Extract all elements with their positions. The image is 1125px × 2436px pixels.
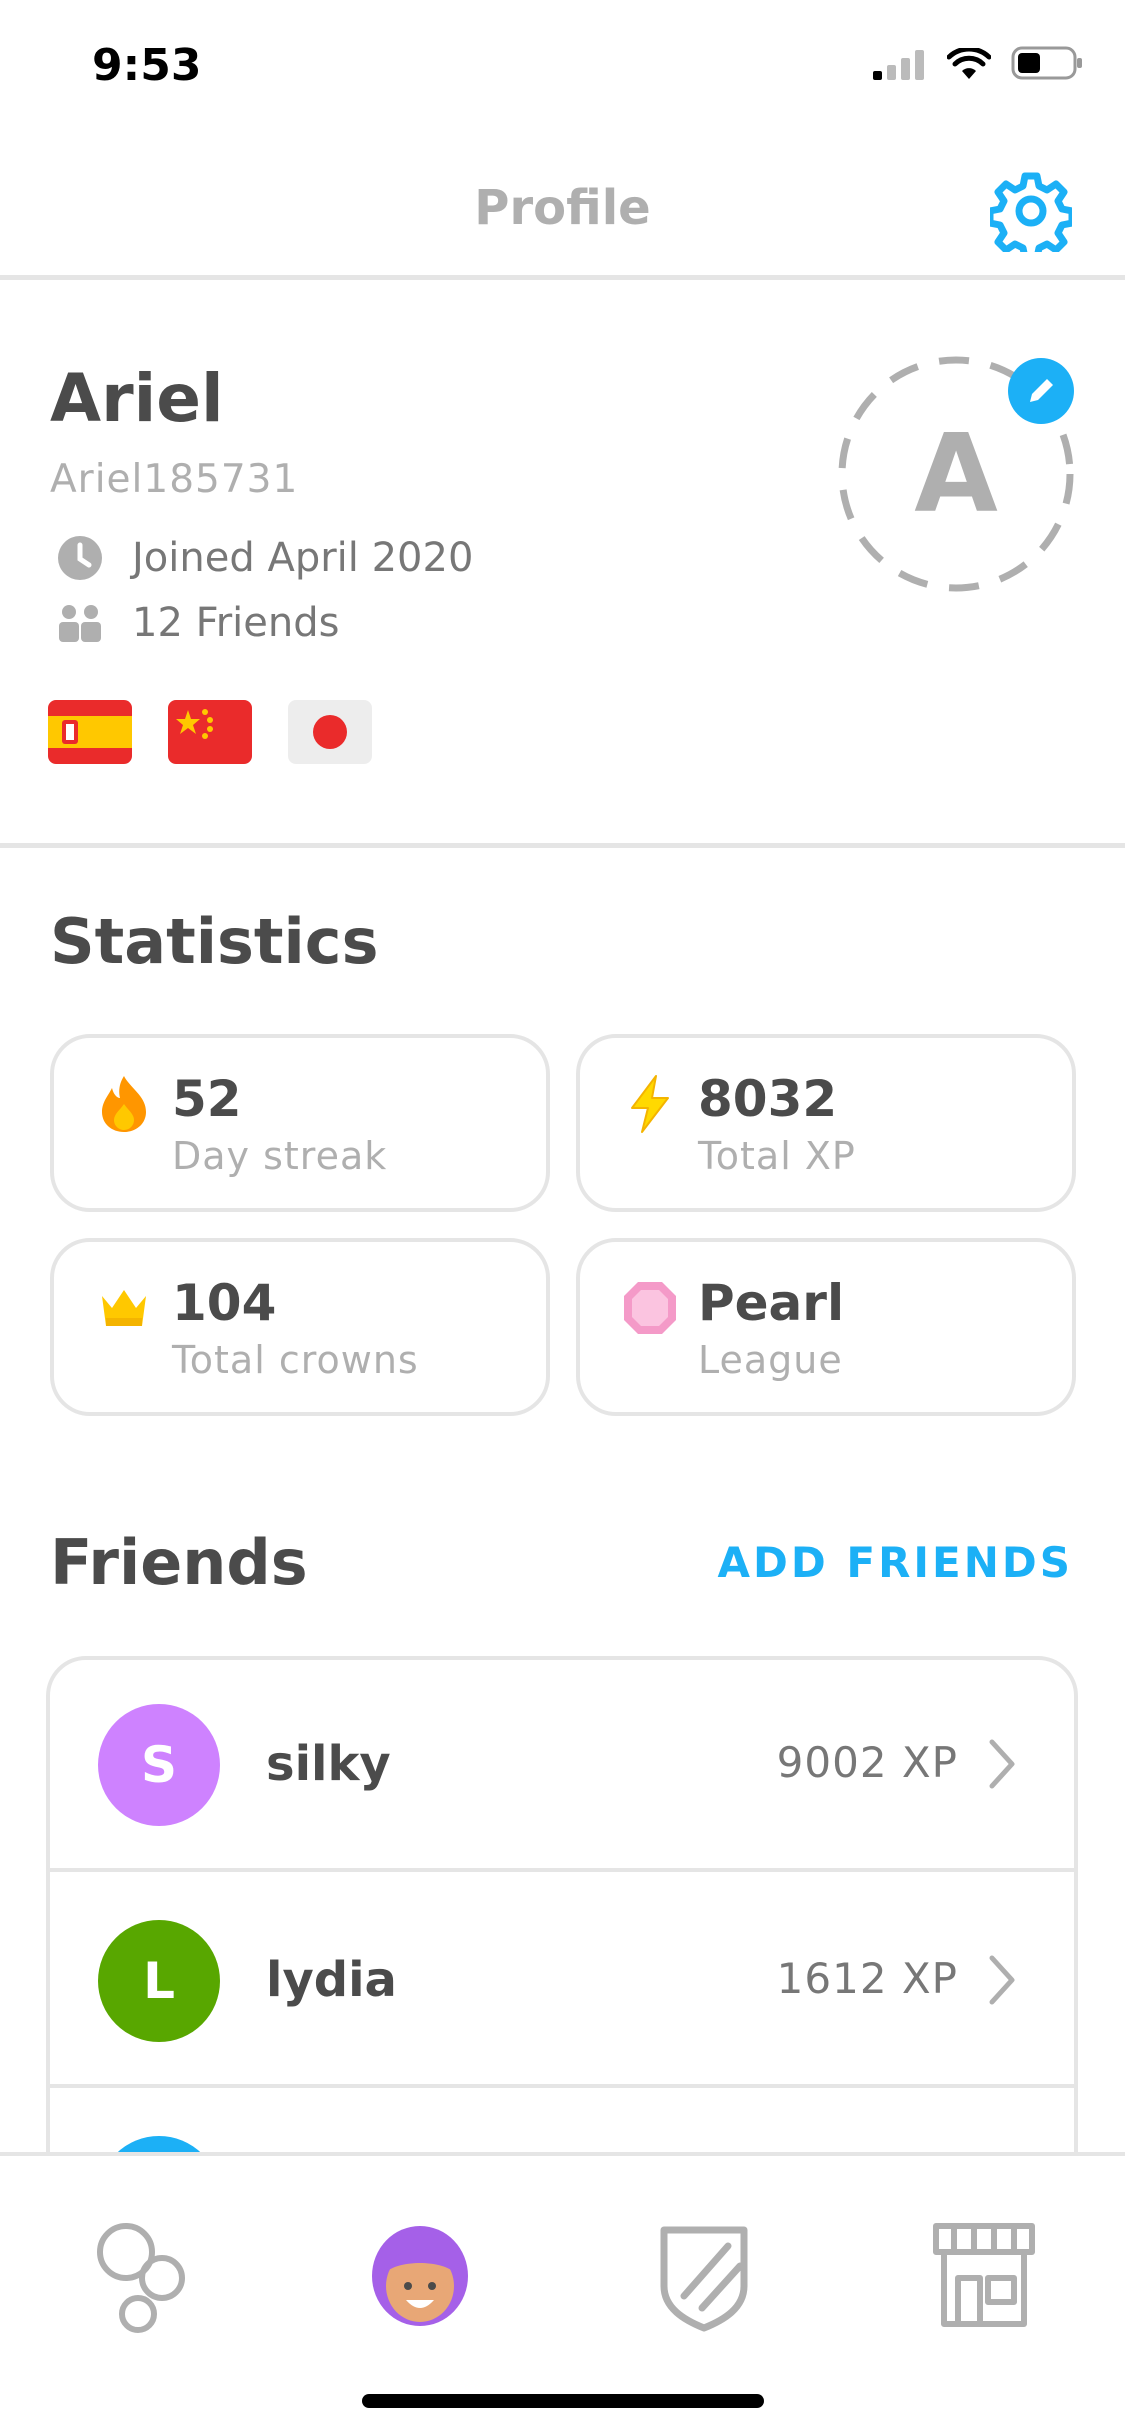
stat-value: 104	[172, 1274, 277, 1332]
chevron-right-icon	[989, 1955, 1015, 2005]
header-divider	[0, 275, 1125, 280]
battery-icon	[1011, 46, 1082, 80]
gear-icon	[986, 172, 1076, 262]
stat-card-xp: 8032 Total XP	[576, 1034, 1076, 1212]
edit-avatar-button[interactable]	[1008, 358, 1074, 424]
home-indicator	[362, 2394, 764, 2408]
joined-date: Joined April 2020	[132, 535, 474, 581]
friend-name: lydia	[266, 1952, 397, 2008]
friends-count: 12 Friends	[132, 600, 340, 646]
fire-icon	[102, 1076, 146, 1132]
stat-card-crowns: 104 Total crowns	[50, 1238, 550, 1416]
pencil-icon	[1030, 379, 1053, 402]
stat-card-league: Pearl League	[576, 1238, 1076, 1416]
friend-row-silky[interactable]: S silky 9002 XP	[50, 1660, 1074, 1872]
chevron-right-icon	[989, 1739, 1015, 1789]
clock-icon	[58, 536, 102, 580]
friends-title: Friends	[50, 1526, 308, 1599]
stat-label: Total crowns	[172, 1338, 419, 1382]
stat-value: 8032	[698, 1070, 838, 1128]
stat-value: Pearl	[698, 1274, 845, 1332]
statistics-title: Statistics	[50, 905, 379, 978]
friend-name: silky	[266, 1736, 391, 1792]
settings-button[interactable]	[986, 170, 1076, 262]
add-friends-button[interactable]: ADD FRIENDS	[718, 1538, 1073, 1587]
chinese-flag-icon[interactable]	[168, 700, 252, 764]
stat-label: League	[698, 1338, 843, 1382]
language-flags	[48, 700, 372, 764]
stat-card-streak: 52 Day streak	[50, 1034, 550, 1212]
signal-icon	[873, 50, 924, 80]
friend-avatar: L	[98, 1920, 220, 2042]
friend-row-lydia[interactable]: L lydia 1612 XP	[50, 1876, 1074, 2088]
friend-xp: 1612 XP	[776, 1954, 958, 2003]
crown-icon	[102, 1290, 146, 1326]
leagues-tab-icon[interactable]	[644, 2216, 764, 2336]
lightning-icon	[631, 1075, 669, 1133]
friend-xp: 9002 XP	[776, 1738, 958, 1787]
friends-count-row: 12 Friends	[56, 600, 339, 646]
stat-label: Total XP	[698, 1134, 856, 1178]
friends-icon	[59, 605, 101, 642]
status-icons	[873, 46, 1083, 80]
status-time: 9:53	[92, 40, 202, 91]
joined-row: Joined April 2020	[56, 534, 473, 582]
page-title: Profile	[474, 180, 651, 236]
profile-tab-icon[interactable]	[360, 2216, 480, 2336]
friend-avatar: S	[98, 1704, 220, 1826]
shop-tab-icon[interactable]	[924, 2216, 1044, 2336]
japanese-flag-icon[interactable]	[288, 700, 372, 764]
profile-username: Ariel185731	[50, 457, 299, 502]
wifi-icon	[947, 48, 991, 79]
section-divider	[0, 843, 1125, 848]
stat-value: 52	[172, 1070, 242, 1128]
spanish-flag-icon[interactable]	[48, 700, 132, 764]
pearl-league-icon	[624, 1282, 676, 1334]
profile-screen: 9:53 Profile Ariel Ariel185731 Joined Ap…	[0, 0, 1125, 2436]
learn-tab-icon[interactable]	[80, 2216, 200, 2336]
stat-label: Day streak	[172, 1134, 388, 1178]
profile-name: Ariel	[50, 360, 224, 437]
